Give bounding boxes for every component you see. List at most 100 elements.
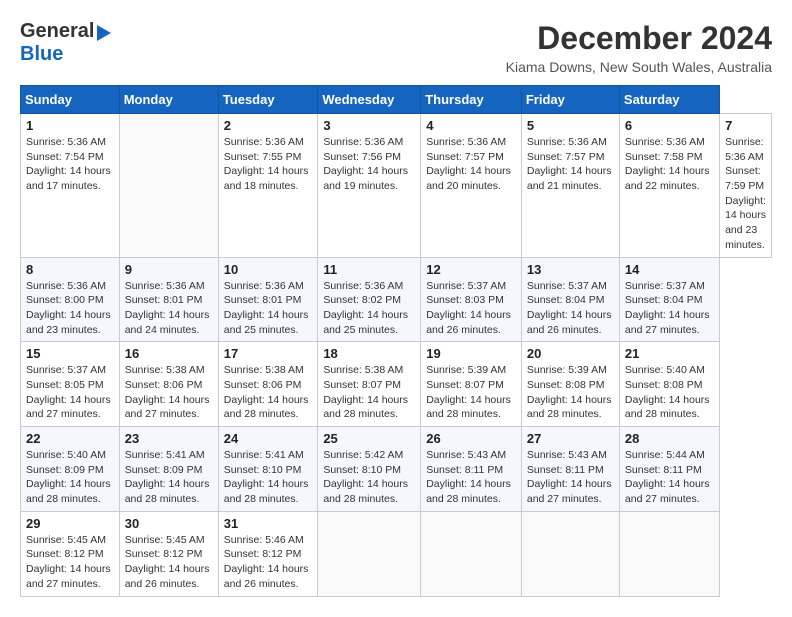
day-number: 25 — [323, 431, 415, 446]
day-number: 19 — [426, 346, 516, 361]
calendar-day-6: 6 Sunrise: 5:36 AMSunset: 7:58 PMDaylight… — [619, 114, 719, 258]
month-title: December 2024 — [506, 20, 772, 57]
day-number: 11 — [323, 262, 415, 277]
calendar-day-4: 4 Sunrise: 5:36 AMSunset: 7:57 PMDaylight… — [421, 114, 522, 258]
day-info: Sunrise: 5:36 AMSunset: 7:59 PMDaylight:… — [725, 136, 766, 251]
day-info: Sunrise: 5:40 AMSunset: 8:09 PMDaylight:… — [26, 449, 111, 505]
day-info: Sunrise: 5:37 AMSunset: 8:04 PMDaylight:… — [625, 280, 710, 336]
weekday-header-thursday: Thursday — [421, 86, 522, 114]
day-info: Sunrise: 5:36 AMSunset: 7:58 PMDaylight:… — [625, 136, 710, 192]
calendar-week-1: 1 Sunrise: 5:36 AMSunset: 7:54 PMDaylight… — [21, 114, 772, 258]
calendar-day-27: 27 Sunrise: 5:43 AMSunset: 8:11 PMDayligh… — [521, 427, 619, 512]
calendar-header-row: SundayMondayTuesdayWednesdayThursdayFrid… — [21, 86, 772, 114]
calendar-week-4: 22 Sunrise: 5:40 AMSunset: 8:09 PMDayligh… — [21, 427, 772, 512]
day-number: 2 — [224, 118, 313, 133]
calendar-day-21: 21Sunrise: 5:40 AMSunset: 8:08 PMDayligh… — [619, 342, 719, 427]
day-number: 20 — [527, 346, 614, 361]
calendar-day-19: 19Sunrise: 5:39 AMSunset: 8:07 PMDayligh… — [421, 342, 522, 427]
day-info: Sunrise: 5:36 AMSunset: 7:54 PMDaylight:… — [26, 136, 111, 192]
day-info: Sunrise: 5:41 AMSunset: 8:09 PMDaylight:… — [125, 449, 210, 505]
day-number: 30 — [125, 516, 213, 531]
day-number: 7 — [725, 118, 766, 133]
logo-general-text: General — [20, 20, 94, 43]
calendar-day-17: 17 Sunrise: 5:38 AMSunset: 8:06 PMDayligh… — [218, 342, 318, 427]
day-number: 5 — [527, 118, 614, 133]
day-number: 26 — [426, 431, 516, 446]
calendar-day-10: 10 Sunrise: 5:36 AMSunset: 8:01 PMDayligh… — [218, 257, 318, 342]
day-info: Sunrise: 5:36 AMSunset: 7:55 PMDaylight:… — [224, 136, 309, 192]
weekday-header-monday: Monday — [119, 86, 218, 114]
calendar-day-14: 14 Sunrise: 5:37 AMSunset: 8:04 PMDayligh… — [619, 257, 719, 342]
day-number: 31 — [224, 516, 313, 531]
page-header: General Blue December 2024 Kiama Downs, … — [20, 20, 772, 75]
day-info: Sunrise: 5:36 AMSunset: 8:02 PMDaylight:… — [323, 280, 408, 336]
weekday-header-friday: Friday — [521, 86, 619, 114]
calendar-day-23: 23 Sunrise: 5:41 AMSunset: 8:09 PMDayligh… — [119, 427, 218, 512]
day-info: Sunrise: 5:38 AMSunset: 8:06 PMDaylight:… — [224, 364, 309, 420]
day-number: 1 — [26, 118, 114, 133]
weekday-header-saturday: Saturday — [619, 86, 719, 114]
day-number: 12 — [426, 262, 516, 277]
calendar-day-2: 2 Sunrise: 5:36 AMSunset: 7:55 PMDaylight… — [218, 114, 318, 258]
calendar-table: SundayMondayTuesdayWednesdayThursdayFrid… — [20, 85, 772, 597]
weekday-header-wednesday: Wednesday — [318, 86, 421, 114]
calendar-day-30: 30Sunrise: 5:45 AMSunset: 8:12 PMDayligh… — [119, 511, 218, 596]
day-info: Sunrise: 5:36 AMSunset: 7:56 PMDaylight:… — [323, 136, 408, 192]
day-info: Sunrise: 5:37 AMSunset: 8:04 PMDaylight:… — [527, 280, 612, 336]
calendar-day-15: 15 Sunrise: 5:37 AMSunset: 8:05 PMDayligh… — [21, 342, 120, 427]
calendar-day-3: 3Sunrise: 5:36 AMSunset: 7:56 PMDaylight… — [318, 114, 421, 258]
calendar-day-18: 18Sunrise: 5:38 AMSunset: 8:07 PMDayligh… — [318, 342, 421, 427]
logo-arrow-icon — [97, 25, 111, 41]
day-number: 28 — [625, 431, 714, 446]
day-number: 14 — [625, 262, 714, 277]
day-number: 23 — [125, 431, 213, 446]
calendar-day-24: 24 Sunrise: 5:41 AMSunset: 8:10 PMDayligh… — [218, 427, 318, 512]
day-number: 29 — [26, 516, 114, 531]
day-info: Sunrise: 5:43 AMSunset: 8:11 PMDaylight:… — [527, 449, 612, 505]
location-title: Kiama Downs, New South Wales, Australia — [506, 59, 772, 75]
calendar-day-13: 13 Sunrise: 5:37 AMSunset: 8:04 PMDayligh… — [521, 257, 619, 342]
logo: General Blue — [20, 20, 111, 66]
day-info: Sunrise: 5:42 AMSunset: 8:10 PMDaylight:… — [323, 449, 408, 505]
calendar-day-25: 25 Sunrise: 5:42 AMSunset: 8:10 PMDayligh… — [318, 427, 421, 512]
calendar-week-5: 29 Sunrise: 5:45 AMSunset: 8:12 PMDayligh… — [21, 511, 772, 596]
day-number: 8 — [26, 262, 114, 277]
day-number: 17 — [224, 346, 313, 361]
day-number: 4 — [426, 118, 516, 133]
day-number: 13 — [527, 262, 614, 277]
day-info: Sunrise: 5:38 AMSunset: 8:06 PMDaylight:… — [125, 364, 210, 420]
day-number: 21 — [625, 346, 714, 361]
calendar-day-8: 8 Sunrise: 5:36 AMSunset: 8:00 PMDaylight… — [21, 257, 120, 342]
calendar-day-22: 22 Sunrise: 5:40 AMSunset: 8:09 PMDayligh… — [21, 427, 120, 512]
calendar-day-empty — [119, 114, 218, 258]
day-number: 24 — [224, 431, 313, 446]
day-info: Sunrise: 5:37 AMSunset: 8:05 PMDaylight:… — [26, 364, 111, 420]
calendar-day-empty — [318, 511, 421, 596]
calendar-day-26: 26Sunrise: 5:43 AMSunset: 8:11 PMDayligh… — [421, 427, 522, 512]
day-info: Sunrise: 5:46 AMSunset: 8:12 PMDaylight:… — [224, 534, 309, 590]
weekday-header-sunday: Sunday — [21, 86, 120, 114]
day-number: 10 — [224, 262, 313, 277]
day-info: Sunrise: 5:38 AMSunset: 8:07 PMDaylight:… — [323, 364, 408, 420]
calendar-day-16: 16Sunrise: 5:38 AMSunset: 8:06 PMDayligh… — [119, 342, 218, 427]
day-info: Sunrise: 5:41 AMSunset: 8:10 PMDaylight:… — [224, 449, 309, 505]
calendar-day-1: 1 Sunrise: 5:36 AMSunset: 7:54 PMDaylight… — [21, 114, 120, 258]
calendar-day-29: 29 Sunrise: 5:45 AMSunset: 8:12 PMDayligh… — [21, 511, 120, 596]
day-info: Sunrise: 5:36 AMSunset: 7:57 PMDaylight:… — [426, 136, 511, 192]
day-info: Sunrise: 5:36 AMSunset: 8:01 PMDaylight:… — [224, 280, 309, 336]
day-info: Sunrise: 5:36 AMSunset: 8:01 PMDaylight:… — [125, 280, 210, 336]
day-info: Sunrise: 5:45 AMSunset: 8:12 PMDaylight:… — [26, 534, 111, 590]
day-info: Sunrise: 5:44 AMSunset: 8:11 PMDaylight:… — [625, 449, 710, 505]
day-number: 9 — [125, 262, 213, 277]
title-area: December 2024 Kiama Downs, New South Wal… — [506, 20, 772, 75]
day-info: Sunrise: 5:37 AMSunset: 8:03 PMDaylight:… — [426, 280, 511, 336]
calendar-day-7: 7 Sunrise: 5:36 AMSunset: 7:59 PMDaylight… — [720, 114, 772, 258]
calendar-day-9: 9 Sunrise: 5:36 AMSunset: 8:01 PMDaylight… — [119, 257, 218, 342]
day-number: 6 — [625, 118, 714, 133]
calendar-day-empty — [619, 511, 719, 596]
day-number: 22 — [26, 431, 114, 446]
day-info: Sunrise: 5:36 AMSunset: 8:00 PMDaylight:… — [26, 280, 111, 336]
day-number: 27 — [527, 431, 614, 446]
calendar-day-empty — [521, 511, 619, 596]
day-number: 15 — [26, 346, 114, 361]
